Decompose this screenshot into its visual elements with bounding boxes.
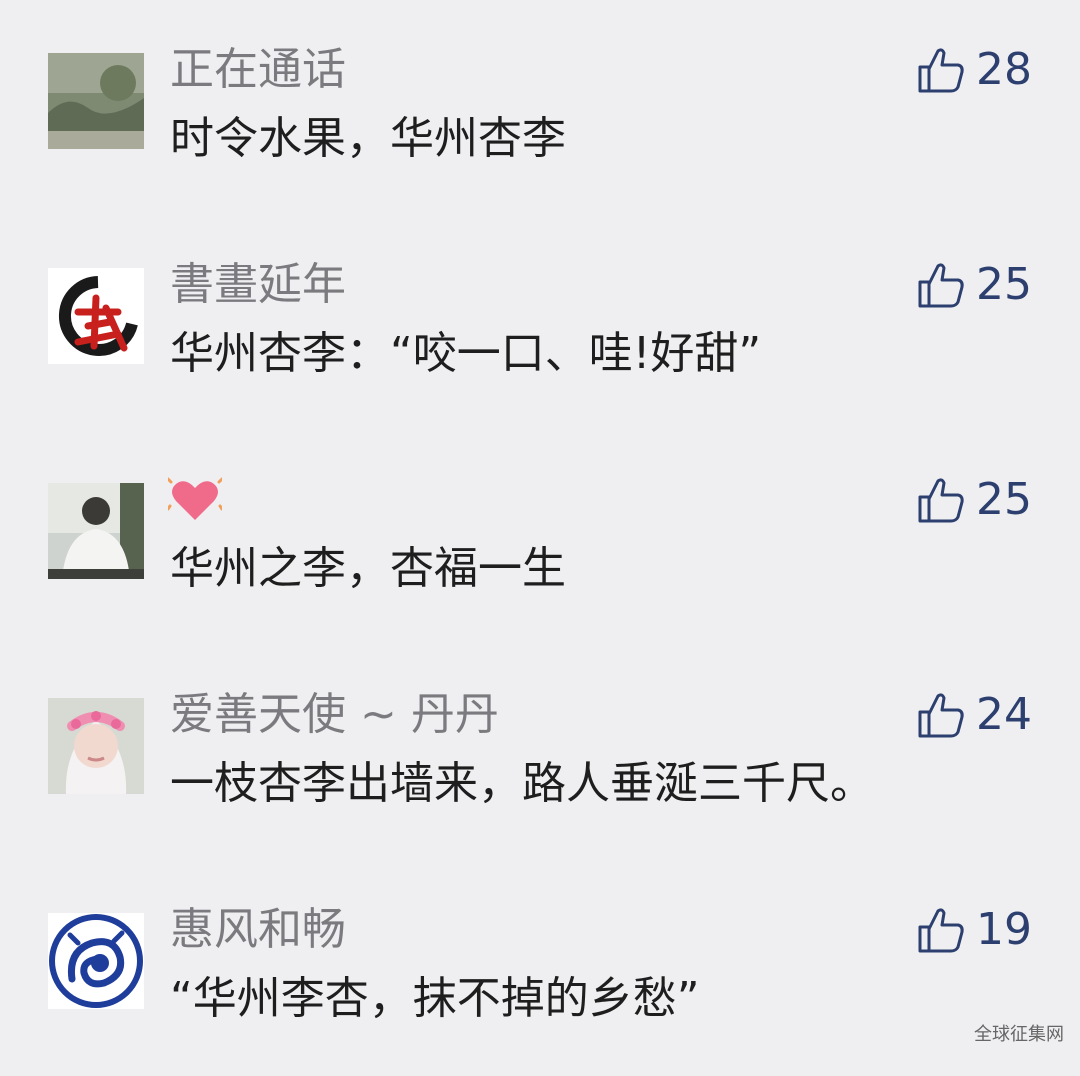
watermark: 全球征集网 (974, 1024, 1064, 1045)
thumbs-up-icon (918, 478, 964, 523)
comment-item: 华州之李，杏福一生 25 (0, 430, 1080, 630)
comment-item: 爱善天使 ~ 丹丹 一枝杏李出墙来，路人垂涎三千尺。 24 (0, 645, 1080, 845)
comment-item: 正在通话 时令水果，华州杏李 28 (0, 0, 1080, 200)
heart-icon (166, 477, 224, 520)
user-avatar[interactable] (48, 53, 144, 149)
calligraphy-wu-avatar (48, 268, 144, 364)
like-button[interactable]: 28 (916, 44, 1032, 96)
comment-text: 华州杏李：“咬一口、哇!好甜” (170, 328, 762, 379)
like-button[interactable]: 24 (916, 689, 1032, 741)
comment-nickname[interactable]: 爱善天使 ~ 丹丹 (170, 689, 499, 741)
comment-text: 一枝杏李出墙来，路人垂涎三千尺。 (170, 758, 874, 809)
user-avatar[interactable] (48, 483, 144, 579)
landscape-photo-avatar (48, 53, 144, 149)
like-count: 24 (976, 689, 1032, 740)
user-avatar[interactable] (48, 698, 144, 794)
thumbs-up-icon (918, 48, 964, 93)
like-count: 19 (976, 904, 1032, 955)
comment-text: 华州之李，杏福一生 (170, 543, 566, 594)
comment-nickname[interactable]: 書畫延年 (170, 259, 346, 311)
comment-nickname[interactable]: 正在通话 (170, 44, 346, 96)
thumbs-up-icon (918, 908, 964, 953)
thumbs-up-icon (918, 693, 964, 738)
like-button[interactable]: 25 (916, 474, 1032, 526)
comment-item: 惠风和畅 “华州李杏，抹不掉的乡愁” 19 (0, 860, 1080, 1060)
user-avatar[interactable] (48, 268, 144, 364)
like-count: 25 (976, 259, 1032, 310)
nickname-heart[interactable] (166, 476, 224, 528)
comment-text: “华州李杏，抹不掉的乡愁” (170, 973, 700, 1024)
thumbs-up-icon (918, 263, 964, 308)
like-button[interactable]: 25 (916, 259, 1032, 311)
like-button[interactable]: 19 (916, 904, 1032, 956)
user-avatar[interactable] (48, 913, 144, 1009)
like-count: 25 (976, 474, 1032, 525)
person-back-photo-avatar (48, 483, 144, 579)
flower-crown-girl-avatar (48, 698, 144, 794)
comment-text: 时令水果，华州杏李 (170, 113, 566, 164)
blue-dragon-seal-avatar (48, 913, 144, 1009)
comment-nickname[interactable]: 惠风和畅 (170, 904, 346, 956)
comment-item: 書畫延年 华州杏李：“咬一口、哇!好甜” 25 (0, 215, 1080, 415)
like-count: 28 (976, 44, 1032, 95)
